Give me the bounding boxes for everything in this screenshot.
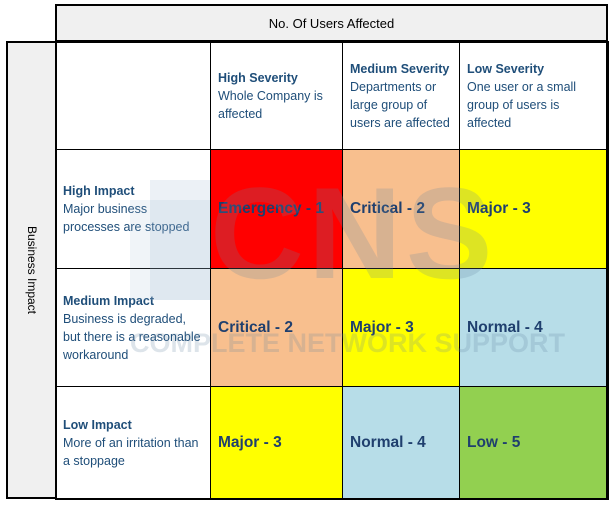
row-description: Business is degraded, but there is a rea… (63, 311, 201, 362)
priority-label: Emergency - 1 (218, 200, 324, 217)
column-description: Departments or large group of users are … (350, 79, 450, 130)
priority-cell: Major - 3 (459, 149, 609, 269)
priority-cell: Major - 3 (210, 386, 343, 500)
column-title: Low Severity (467, 61, 545, 76)
priority-cell: Low - 5 (459, 386, 609, 500)
row-header: Low Impact More of an irritation than a s… (55, 386, 211, 500)
priority-label: Major - 3 (350, 318, 414, 336)
priority-label: Major - 3 (218, 434, 282, 451)
business-impact-label: Business Impact (24, 225, 39, 315)
priority-cell: Critical - 2 (210, 268, 343, 387)
users-affected-label: No. Of Users Affected (268, 15, 395, 31)
users-affected-header: No. Of Users Affected (55, 4, 608, 42)
priority-cell: Major - 3 (342, 268, 460, 387)
corner-cell (55, 41, 211, 150)
priority-label: Normal - 4 (350, 434, 426, 451)
business-impact-header: Business Impact (6, 41, 57, 499)
row-header: Medium Impact Business is degraded, but t… (55, 268, 211, 387)
priority-cell: Emergency - 1 (210, 149, 343, 269)
row-title: High Impact (63, 184, 135, 198)
column-title: High Severity (218, 70, 298, 85)
priority-label: Low - 5 (467, 434, 521, 451)
row-title: Low Impact (63, 418, 132, 432)
priority-label: Major - 3 (467, 200, 531, 217)
column-description: Whole Company is affected (218, 88, 323, 121)
column-header: Low Severity One user or a small group of… (459, 41, 609, 150)
column-header: Medium Severity Departments or large grou… (342, 41, 460, 150)
row-title: Medium Impact (63, 293, 154, 308)
priority-label: Critical - 2 (350, 200, 425, 217)
row-header: High Impact Major business processes are … (55, 149, 211, 269)
priority-label: Critical - 2 (218, 318, 293, 336)
priority-label: Normal - 4 (467, 318, 543, 336)
row-description: More of an irritation than a stoppage (63, 436, 199, 468)
row-description: Major business processes are stopped (63, 202, 190, 234)
priority-cell: Normal - 4 (342, 386, 460, 500)
column-header: High Severity Whole Company is affected (210, 41, 343, 150)
column-title: Medium Severity (350, 61, 450, 76)
priority-cell: Normal - 4 (459, 268, 609, 387)
column-description: One user or a small group of users is af… (467, 79, 577, 130)
priority-cell: Critical - 2 (342, 149, 460, 269)
